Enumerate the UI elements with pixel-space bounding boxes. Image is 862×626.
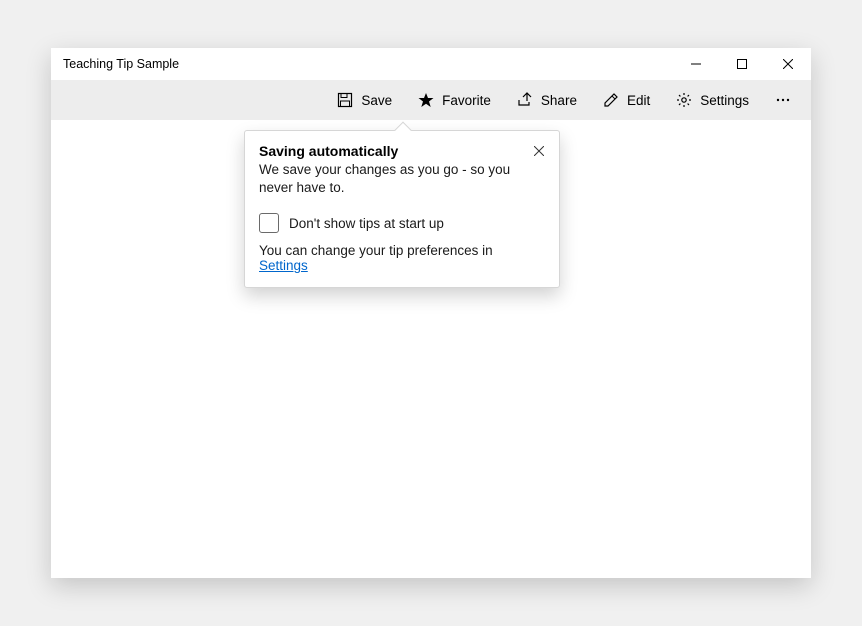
share-button[interactable]: Share: [505, 86, 589, 114]
star-icon: [418, 92, 434, 108]
edit-icon: [603, 92, 619, 108]
close-icon: [534, 146, 544, 156]
minimize-button[interactable]: [673, 48, 719, 80]
save-button[interactable]: Save: [325, 86, 404, 114]
more-icon: [775, 92, 791, 108]
gear-icon: [676, 92, 692, 108]
settings-button[interactable]: Settings: [664, 86, 761, 114]
teaching-tip-footer: You can change your tip preferences in S…: [259, 243, 545, 273]
content-area: Saving automatically We save your change…: [51, 120, 811, 578]
share-icon: [517, 92, 533, 108]
share-label: Share: [541, 93, 577, 108]
save-label: Save: [361, 93, 392, 108]
teaching-tip-close-button[interactable]: [527, 139, 551, 163]
command-bar: Save Favorite Share Edit Settings: [51, 80, 811, 120]
maximize-icon: [737, 59, 747, 69]
save-icon: [337, 92, 353, 108]
dont-show-checkbox[interactable]: [259, 213, 279, 233]
teaching-tip: Saving automatically We save your change…: [244, 130, 560, 288]
settings-label: Settings: [700, 93, 749, 108]
checkbox-label: Don't show tips at start up: [289, 216, 444, 231]
teaching-tip-title: Saving automatically: [259, 143, 545, 159]
more-button[interactable]: [763, 86, 803, 114]
minimize-icon: [691, 59, 701, 69]
favorite-button[interactable]: Favorite: [406, 86, 503, 114]
close-window-button[interactable]: [765, 48, 811, 80]
edit-button[interactable]: Edit: [591, 86, 662, 114]
window-title: Teaching Tip Sample: [63, 57, 179, 71]
edit-label: Edit: [627, 93, 650, 108]
footer-prefix: You can change your tip preferences in: [259, 243, 493, 258]
window-controls: [673, 48, 811, 80]
settings-link[interactable]: Settings: [259, 258, 308, 273]
maximize-button[interactable]: [719, 48, 765, 80]
app-window: Teaching Tip Sample Save Favorite: [51, 48, 811, 578]
titlebar: Teaching Tip Sample: [51, 48, 811, 80]
checkbox-row: Don't show tips at start up: [259, 213, 545, 233]
teaching-tip-beak: [395, 122, 412, 139]
close-icon: [783, 59, 793, 69]
favorite-label: Favorite: [442, 93, 491, 108]
teaching-tip-subtitle: We save your changes as you go - so you …: [259, 161, 545, 197]
